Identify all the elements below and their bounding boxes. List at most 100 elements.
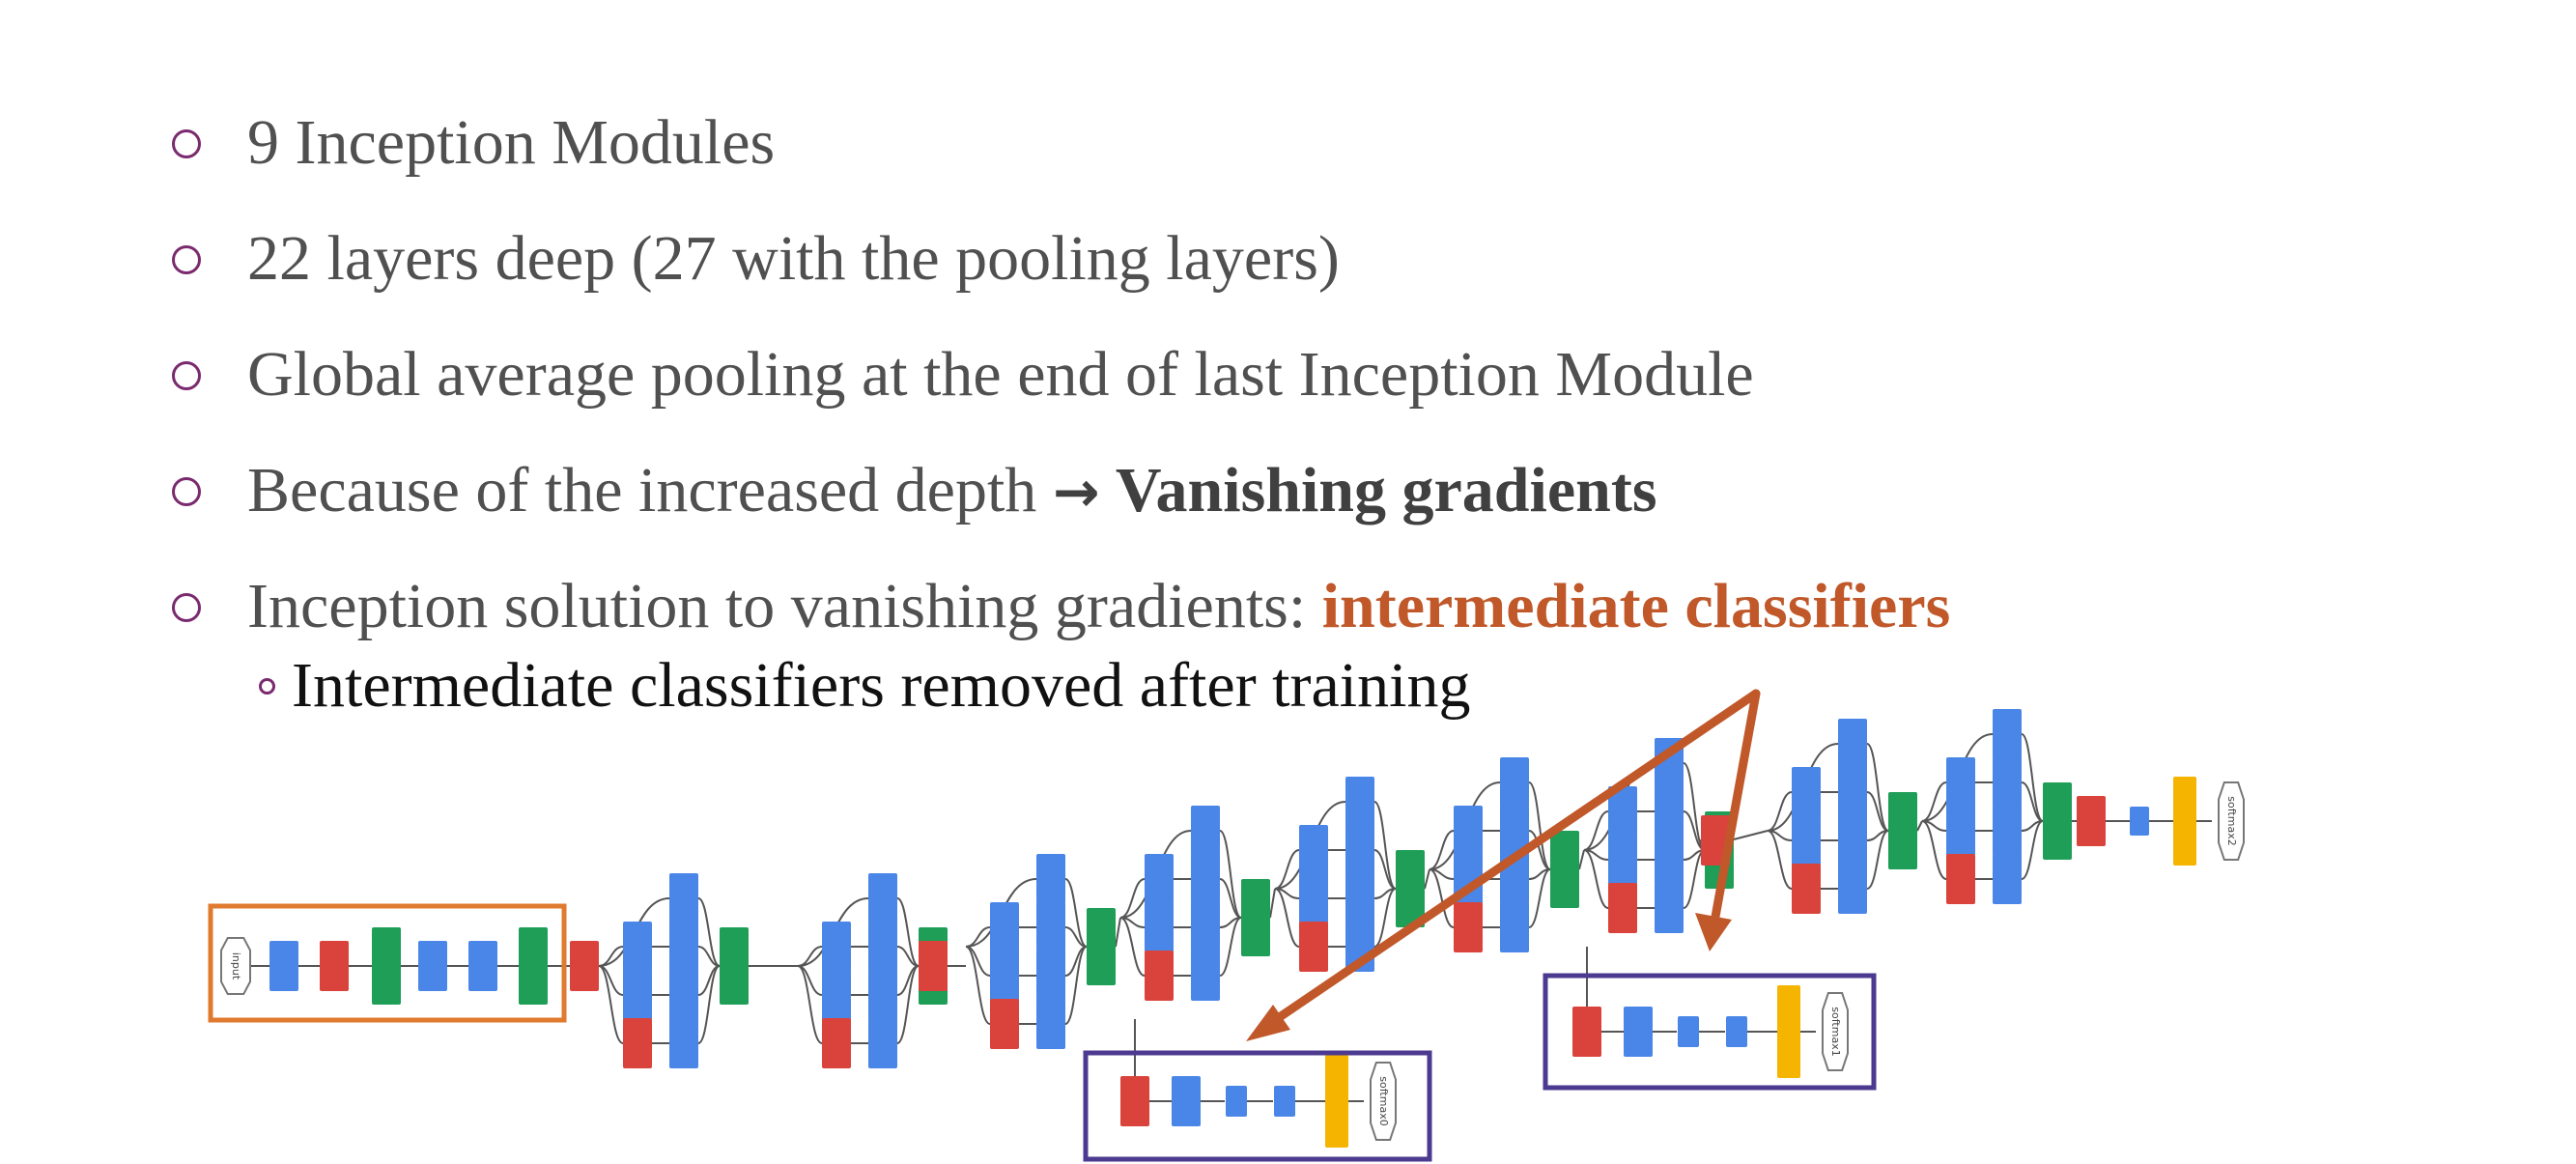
connection-line xyxy=(896,965,920,1044)
conv-layer xyxy=(623,970,652,1020)
conv-layer xyxy=(2130,807,2149,836)
googlenet-diagram: input softmax2 softmax0 softmax1 xyxy=(208,689,2245,1162)
connection-line xyxy=(598,965,624,1044)
connection-line xyxy=(1866,791,1889,832)
conv-layer xyxy=(868,873,897,923)
connection-line xyxy=(1269,888,1276,919)
connection-line xyxy=(1064,946,1088,1025)
pool-layer xyxy=(1608,883,1637,933)
conv-layer xyxy=(1678,1016,1699,1047)
conv-layer xyxy=(1454,806,1483,856)
connection-line xyxy=(1274,849,1300,890)
conv-layer xyxy=(1274,1086,1295,1117)
conv-layer xyxy=(1036,951,1065,1001)
conv-layer xyxy=(623,922,652,972)
conv-layer xyxy=(1145,854,1174,904)
softmax0-node-label: softmax0 xyxy=(1377,1076,1390,1125)
connection-line xyxy=(1115,917,1121,948)
softmax-layer xyxy=(1325,1055,1348,1148)
conv-layer xyxy=(1993,806,2022,856)
connection-line xyxy=(1373,801,1397,890)
softmax-layer xyxy=(1777,985,1800,1078)
connection-line xyxy=(1921,781,1947,822)
conv-layer xyxy=(269,941,298,991)
conv-layer xyxy=(990,951,1019,1001)
pool-layer xyxy=(1946,854,1975,904)
softmax2-node-label: softmax2 xyxy=(2225,796,2238,845)
conv-layer xyxy=(1726,1016,1747,1047)
conv-layer xyxy=(1993,757,2022,808)
concat-layer xyxy=(1888,792,1917,869)
conv-layer xyxy=(868,922,897,972)
conv-layer xyxy=(1655,835,1684,885)
connection-line xyxy=(2021,781,2044,822)
pool-layer xyxy=(2077,796,2106,846)
conv-layer xyxy=(468,941,497,991)
conv-layer xyxy=(1792,815,1821,866)
connection-line xyxy=(2021,733,2044,822)
conv-layer xyxy=(1226,1086,1247,1117)
input-node-label: input xyxy=(230,952,242,980)
conv-layer xyxy=(1624,1007,1653,1057)
pool-layer xyxy=(623,1018,652,1068)
conv-layer xyxy=(1191,951,1220,1001)
pool-layer xyxy=(1454,902,1483,952)
conv-layer xyxy=(669,970,698,1020)
pool-layer xyxy=(1145,951,1174,1001)
pool-layer xyxy=(919,941,948,991)
conv-layer xyxy=(1655,883,1684,933)
conv-layer xyxy=(669,1018,698,1068)
softmax-layer xyxy=(2173,777,2196,866)
conv-layer xyxy=(1172,1076,1201,1126)
connection-line xyxy=(1219,878,1242,919)
pool-layer xyxy=(1792,864,1821,914)
conv-layer xyxy=(1838,815,1867,866)
concat-layer xyxy=(2043,782,2072,860)
concat-layer xyxy=(1396,850,1425,927)
pool-layer xyxy=(1572,1007,1601,1057)
connection-line xyxy=(965,946,991,1025)
conv-layer xyxy=(669,873,698,923)
connection-line xyxy=(1373,849,1397,890)
conv-layer xyxy=(868,970,897,1020)
conv-layer xyxy=(1191,854,1220,904)
conv-layer xyxy=(669,922,698,972)
conv-layer xyxy=(1993,709,2022,759)
conv-layer xyxy=(1838,864,1867,914)
conv-layer xyxy=(418,941,447,991)
pool-layer xyxy=(570,941,599,991)
conv-layer xyxy=(1946,806,1975,856)
conv-layer xyxy=(1655,786,1684,837)
conv-layer xyxy=(1838,767,1867,817)
conv-layer xyxy=(1036,999,1065,1049)
callout-arrow-line xyxy=(1709,689,1761,932)
concat-layer xyxy=(1087,908,1116,985)
conv-layer xyxy=(1500,902,1529,952)
conv-layer xyxy=(822,922,851,972)
callout-arrowhead-icon xyxy=(1695,913,1732,951)
conv-layer xyxy=(822,970,851,1020)
connection-line xyxy=(1866,743,1889,832)
pool-layer xyxy=(1299,922,1328,972)
conv-layer xyxy=(1993,854,2022,904)
conv-layer xyxy=(1792,767,1821,817)
connection-line xyxy=(797,965,823,1044)
conv-layer xyxy=(1191,806,1220,856)
connection-line xyxy=(1583,810,1609,851)
connection-line xyxy=(1119,878,1146,919)
conv-layer xyxy=(1036,854,1065,904)
conv-layer xyxy=(1345,777,1374,827)
conv-layer xyxy=(1608,835,1637,885)
connection-line xyxy=(697,965,721,1044)
softmax1-node-label: softmax1 xyxy=(1829,1007,1842,1056)
pool-layer xyxy=(822,1018,851,1068)
conv-layer xyxy=(1345,825,1374,875)
concat-layer xyxy=(1241,879,1270,956)
connection-line xyxy=(1767,791,1793,832)
conv-layer xyxy=(1345,873,1374,923)
connection-line xyxy=(1528,781,1551,870)
connection-line xyxy=(1916,820,1923,832)
conv-layer xyxy=(1838,719,1867,769)
concat-layer xyxy=(519,927,548,1005)
conv-layer xyxy=(868,1018,897,1068)
